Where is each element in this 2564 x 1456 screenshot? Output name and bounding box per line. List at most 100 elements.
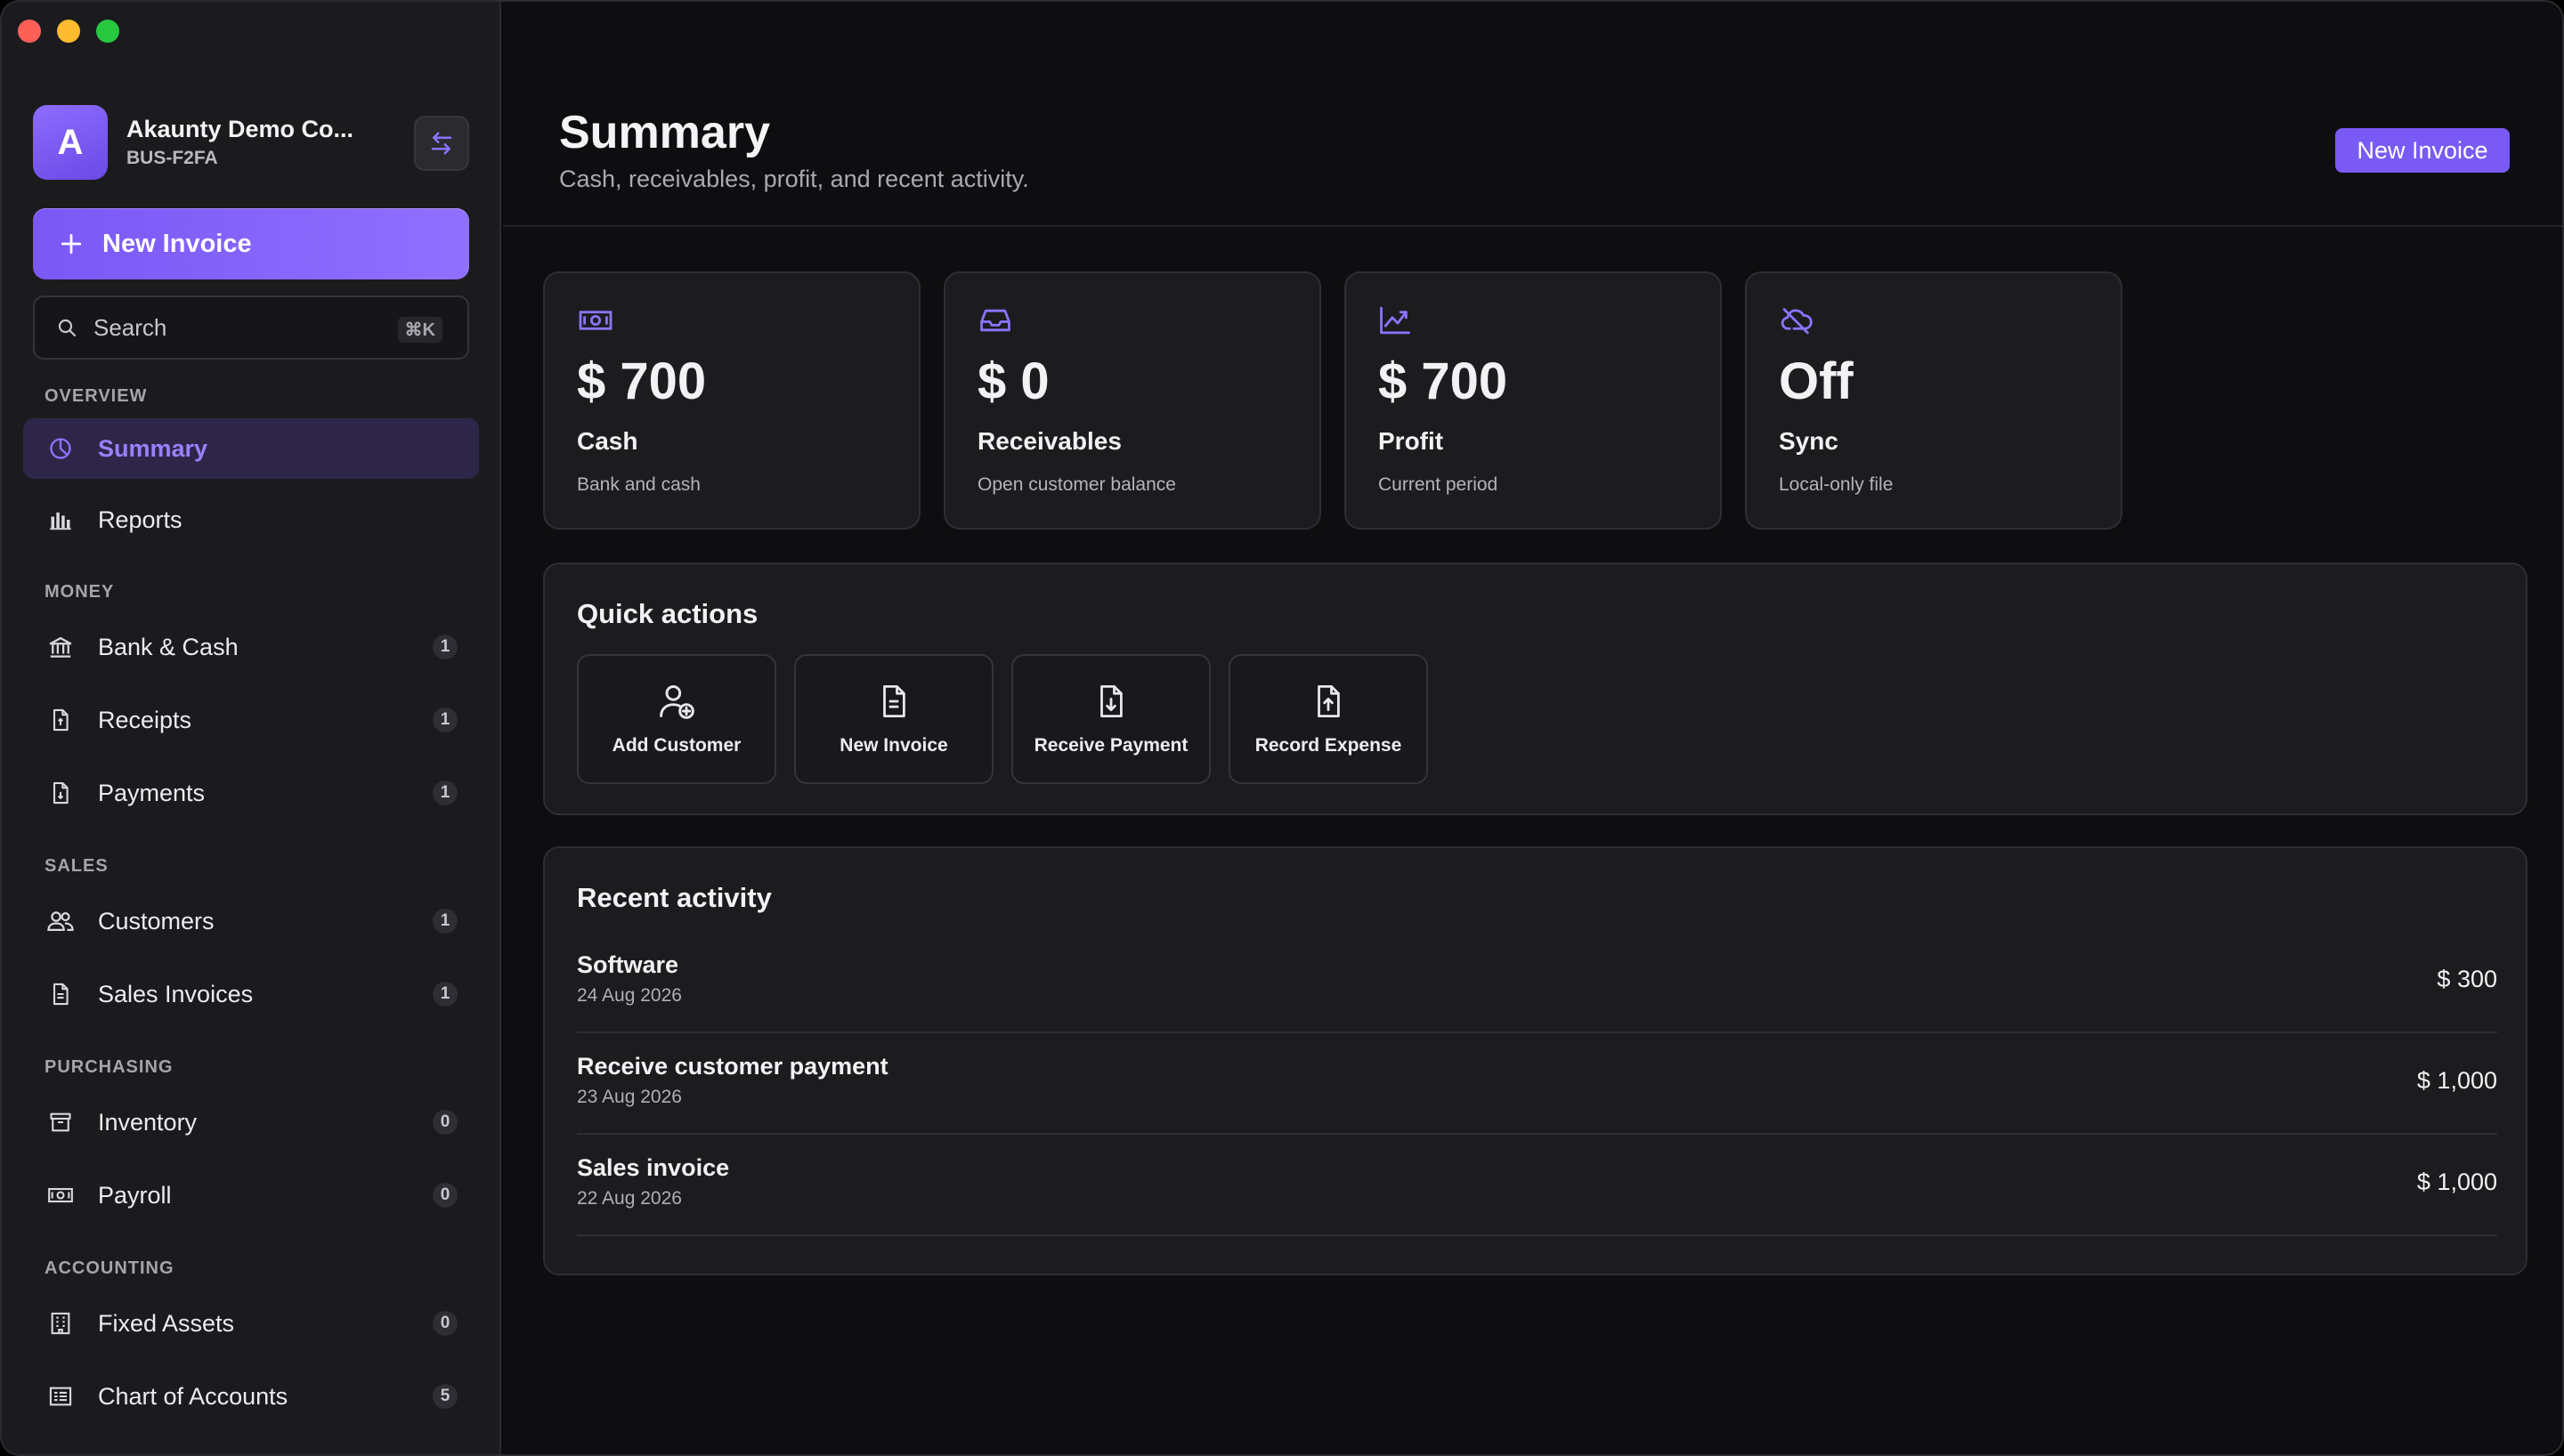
main-content: Summary Cash, receivables, profit, and r… [503, 2, 2562, 1454]
company-avatar[interactable]: A [33, 105, 108, 180]
sidebar-item-label: Bank & Cash [98, 633, 239, 660]
bar-chart-icon [46, 506, 75, 534]
close-window-button[interactable] [18, 20, 41, 43]
activity-date: 23 Aug 2026 [577, 1087, 682, 1107]
stat-card-receivables: $ 0 Receivables Open customer balance [944, 271, 1321, 530]
plus-icon [60, 232, 83, 255]
users-icon [46, 907, 75, 935]
inbox-icon [978, 305, 1015, 336]
activity-row[interactable]: Receive customer payment 23 Aug 2026 $ 1… [577, 1033, 2497, 1135]
sidebar-item-label: Sales Invoices [98, 980, 254, 1007]
quick-action-label: Record Expense [1254, 735, 1402, 756]
banknote-icon [46, 1181, 75, 1209]
quick-new-invoice-button[interactable]: New Invoice [794, 654, 994, 784]
header-new-invoice-button[interactable]: New Invoice [2335, 128, 2510, 173]
count-badge: 0 [433, 1110, 458, 1135]
quick-action-label: New Invoice [840, 735, 948, 756]
document-icon [46, 980, 75, 1008]
count-badge: 5 [433, 1384, 458, 1409]
sidebar-item-summary[interactable]: Summary [23, 418, 479, 479]
minimize-window-button[interactable] [57, 20, 80, 43]
count-badge: 1 [433, 909, 458, 934]
activity-row[interactable]: Software 24 Aug 2026 $ 300 [577, 932, 2497, 1033]
company-name: Akaunty Demo Co... [126, 116, 354, 142]
app-window: A Akaunty Demo Co... BUS-F2FA New Invoic… [0, 0, 2564, 1456]
stat-description: Current period [1378, 474, 1498, 495]
banknote-icon [577, 305, 614, 336]
document-icon [875, 682, 913, 721]
section-label-overview: OVERVIEW [45, 386, 148, 406]
user-plus-icon [657, 682, 696, 721]
new-invoice-label: New Invoice [102, 229, 252, 258]
stat-label: Sync [1779, 427, 1838, 455]
sidebar-item-label: Payments [98, 779, 206, 806]
pie-chart-icon [46, 434, 75, 463]
activity-date: 24 Aug 2026 [577, 985, 682, 1006]
quick-actions-panel: Quick actions Add Customer New Invoice R… [543, 562, 2527, 815]
add-customer-button[interactable]: Add Customer [577, 654, 776, 784]
document-download-icon [1092, 682, 1130, 721]
page-subtitle: Cash, receivables, profit, and recent ac… [559, 166, 1029, 192]
section-label-money: MONEY [45, 582, 115, 602]
page-title: Summary [559, 107, 770, 158]
activity-amount: $ 1,000 [2416, 1067, 2497, 1094]
activity-title: Receive customer payment [577, 1053, 888, 1080]
sidebar-item-label: Summary [98, 434, 208, 462]
stat-label: Receivables [978, 427, 1122, 455]
cloud-off-icon [1779, 305, 1816, 336]
count-badge: 0 [433, 1183, 458, 1208]
sidebar-new-invoice-button[interactable]: New Invoice [33, 208, 469, 279]
sidebar-item-payments[interactable]: Payments 1 [23, 763, 479, 823]
sidebar-item-label: Chart of Accounts [98, 1382, 288, 1410]
zoom-window-button[interactable] [96, 20, 119, 43]
activity-date: 22 Aug 2026 [577, 1188, 682, 1209]
sidebar-item-customers[interactable]: Customers 1 [23, 891, 479, 951]
quick-action-label: Add Customer [612, 735, 742, 756]
recent-activity-panel: Recent activity Software 24 Aug 2026 $ 3… [543, 846, 2527, 1275]
search-input[interactable]: Search ⌘K [33, 295, 469, 360]
activity-amount: $ 300 [2437, 966, 2497, 992]
receive-payment-button[interactable]: Receive Payment [1011, 654, 1211, 784]
count-badge: 1 [433, 781, 458, 805]
swap-arrows-icon [428, 130, 455, 157]
activity-title: Software [577, 951, 679, 978]
activity-title: Sales invoice [577, 1154, 730, 1181]
search-placeholder: Search [93, 313, 167, 341]
search-shortcut-hint: ⌘K [397, 317, 442, 343]
quick-actions-title: Quick actions [577, 598, 759, 629]
quick-action-label: Receive Payment [1034, 735, 1189, 756]
search-icon [56, 317, 77, 338]
stat-value: $ 0 [978, 352, 1050, 410]
switch-company-button[interactable] [414, 116, 469, 171]
ledger-icon [46, 1382, 75, 1411]
sidebar-item-fixed-assets[interactable]: Fixed Assets 0 [23, 1293, 479, 1354]
stat-value: $ 700 [577, 352, 707, 410]
activity-row[interactable]: Sales invoice 22 Aug 2026 $ 1,000 [577, 1135, 2497, 1236]
stat-description: Open customer balance [978, 474, 1176, 495]
sidebar-item-sales-invoices[interactable]: Sales Invoices 1 [23, 964, 479, 1024]
activity-amount: $ 1,000 [2416, 1169, 2497, 1195]
sidebar-item-inventory[interactable]: Inventory 0 [23, 1092, 479, 1153]
window-controls [18, 20, 119, 43]
stat-description: Local-only file [1779, 474, 1894, 495]
sidebar-item-receipts[interactable]: Receipts 1 [23, 690, 479, 750]
stat-label: Cash [577, 427, 638, 455]
stat-card-profit: $ 700 Profit Current period [1344, 271, 1722, 530]
sidebar-item-payroll[interactable]: Payroll 0 [23, 1165, 479, 1225]
record-expense-button[interactable]: Record Expense [1229, 654, 1428, 784]
payment-icon [46, 779, 75, 807]
section-label-sales: SALES [45, 856, 109, 876]
sidebar-item-reports[interactable]: Reports [23, 489, 479, 550]
trend-up-icon [1378, 305, 1416, 336]
count-badge: 1 [433, 982, 458, 1007]
section-label-accounting: ACCOUNTING [45, 1258, 174, 1278]
receipt-icon [46, 706, 75, 734]
sidebar-item-bank-cash[interactable]: Bank & Cash 1 [23, 617, 479, 677]
stat-card-cash: $ 700 Cash Bank and cash [543, 271, 921, 530]
sidebar-item-label: Inventory [98, 1108, 198, 1136]
building-icon [46, 1309, 75, 1338]
sidebar-item-chart-of-accounts[interactable]: Chart of Accounts 5 [23, 1366, 479, 1427]
sidebar-item-label: Fixed Assets [98, 1309, 235, 1337]
header-divider [503, 225, 2562, 227]
document-upload-icon [1310, 682, 1347, 721]
